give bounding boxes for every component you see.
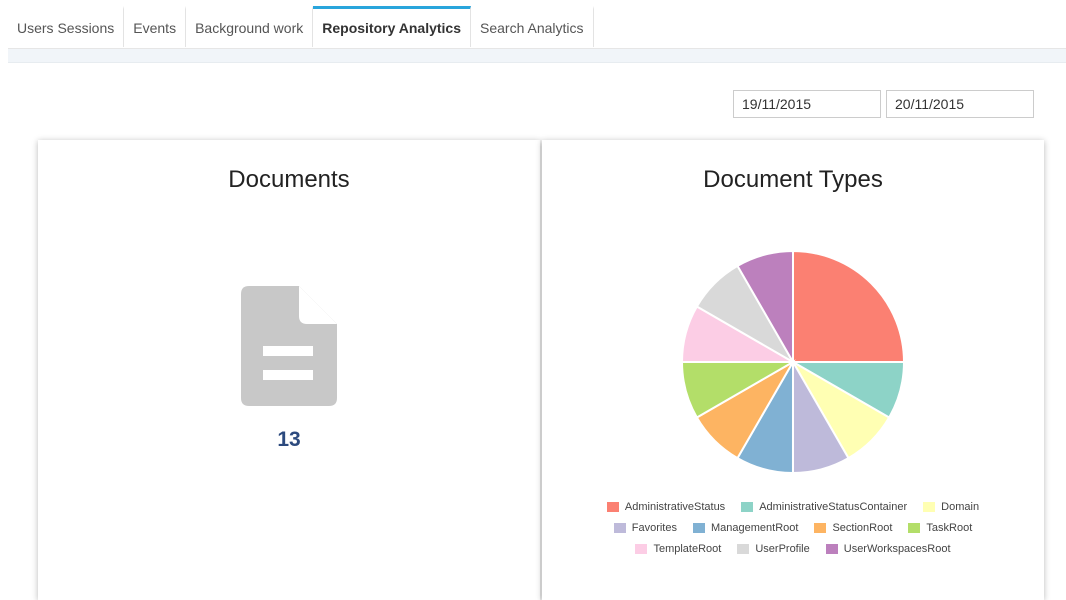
legend-swatch [923, 502, 936, 512]
legend-item[interactable]: UserProfile [737, 543, 810, 555]
pie-legend: AdministrativeStatus AdministrativeStatus… [542, 500, 1044, 563]
documents-card-title: Documents [228, 166, 350, 193]
legend-swatch [635, 544, 648, 554]
document-types-card-title: Document Types [703, 166, 883, 193]
legend-item[interactable]: Domain [923, 501, 979, 513]
legend-item[interactable]: AdministrativeStatusContainer [741, 501, 907, 513]
legend-swatch [613, 523, 626, 533]
tab-events[interactable]: Events [124, 6, 187, 47]
legend-swatch [737, 544, 750, 554]
legend-item[interactable]: TemplateRoot [635, 543, 721, 555]
legend-row: AdministrativeStatus AdministrativeStatus… [542, 500, 1044, 514]
legend-label: TaskRoot [926, 522, 973, 534]
document-types-card: Document Types AdministrativeStatus Admin… [542, 140, 1044, 600]
legend-item[interactable]: SectionRoot [814, 522, 892, 534]
document-icon [241, 286, 337, 406]
documents-card: Documents 13 [38, 140, 540, 600]
legend-item[interactable]: AdministrativeStatus [606, 501, 726, 513]
legend-swatch [693, 523, 705, 533]
legend-swatch [741, 502, 754, 512]
legend-item[interactable]: TaskRoot [908, 522, 972, 534]
legend-item[interactable]: UserWorkspacesRoot [825, 543, 951, 555]
tab-search-analytics[interactable]: Search Analytics [471, 6, 594, 47]
legend-label: Favorites [631, 522, 677, 534]
pie-slice-administrativestatus[interactable] [792, 250, 905, 364]
legend-swatch [606, 502, 619, 512]
document-count: 13 [277, 428, 301, 451]
legend-label: Domain [941, 501, 980, 513]
tab-users-sessions[interactable]: Users Sessions [8, 6, 125, 47]
tab-bar: Users Sessions Events Background work Re… [8, 6, 1066, 49]
legend-label: AdministrativeStatus [624, 501, 726, 513]
legend-item[interactable]: ManagementRoot [693, 522, 798, 534]
legend-label: AdministrativeStatusContainer [759, 501, 908, 513]
legend-swatch [814, 523, 827, 533]
document-types-pie-chart [681, 250, 905, 474]
legend-swatch [908, 523, 921, 533]
legend-label: TemplateRoot [653, 543, 722, 555]
tab-repository-analytics[interactable]: Repository Analytics [313, 6, 471, 47]
legend-label: SectionRoot [832, 522, 893, 534]
legend-row: TemplateRoot UserProfile UserWorkspacesRoo… [542, 542, 1044, 556]
legend-item[interactable]: Favorites [613, 522, 677, 534]
content-header-strip [8, 49, 1066, 63]
legend-label: UserWorkspacesRoot [843, 543, 951, 555]
legend-row: Favorites ManagementRoot SectionRoot TaskRo… [542, 521, 1044, 535]
legend-label: UserProfile [755, 543, 810, 555]
end-date-input[interactable] [886, 90, 1034, 118]
start-date-input[interactable] [733, 90, 881, 118]
legend-swatch [825, 544, 838, 554]
tab-background-work[interactable]: Background work [186, 6, 314, 47]
legend-label: ManagementRoot [711, 522, 799, 534]
